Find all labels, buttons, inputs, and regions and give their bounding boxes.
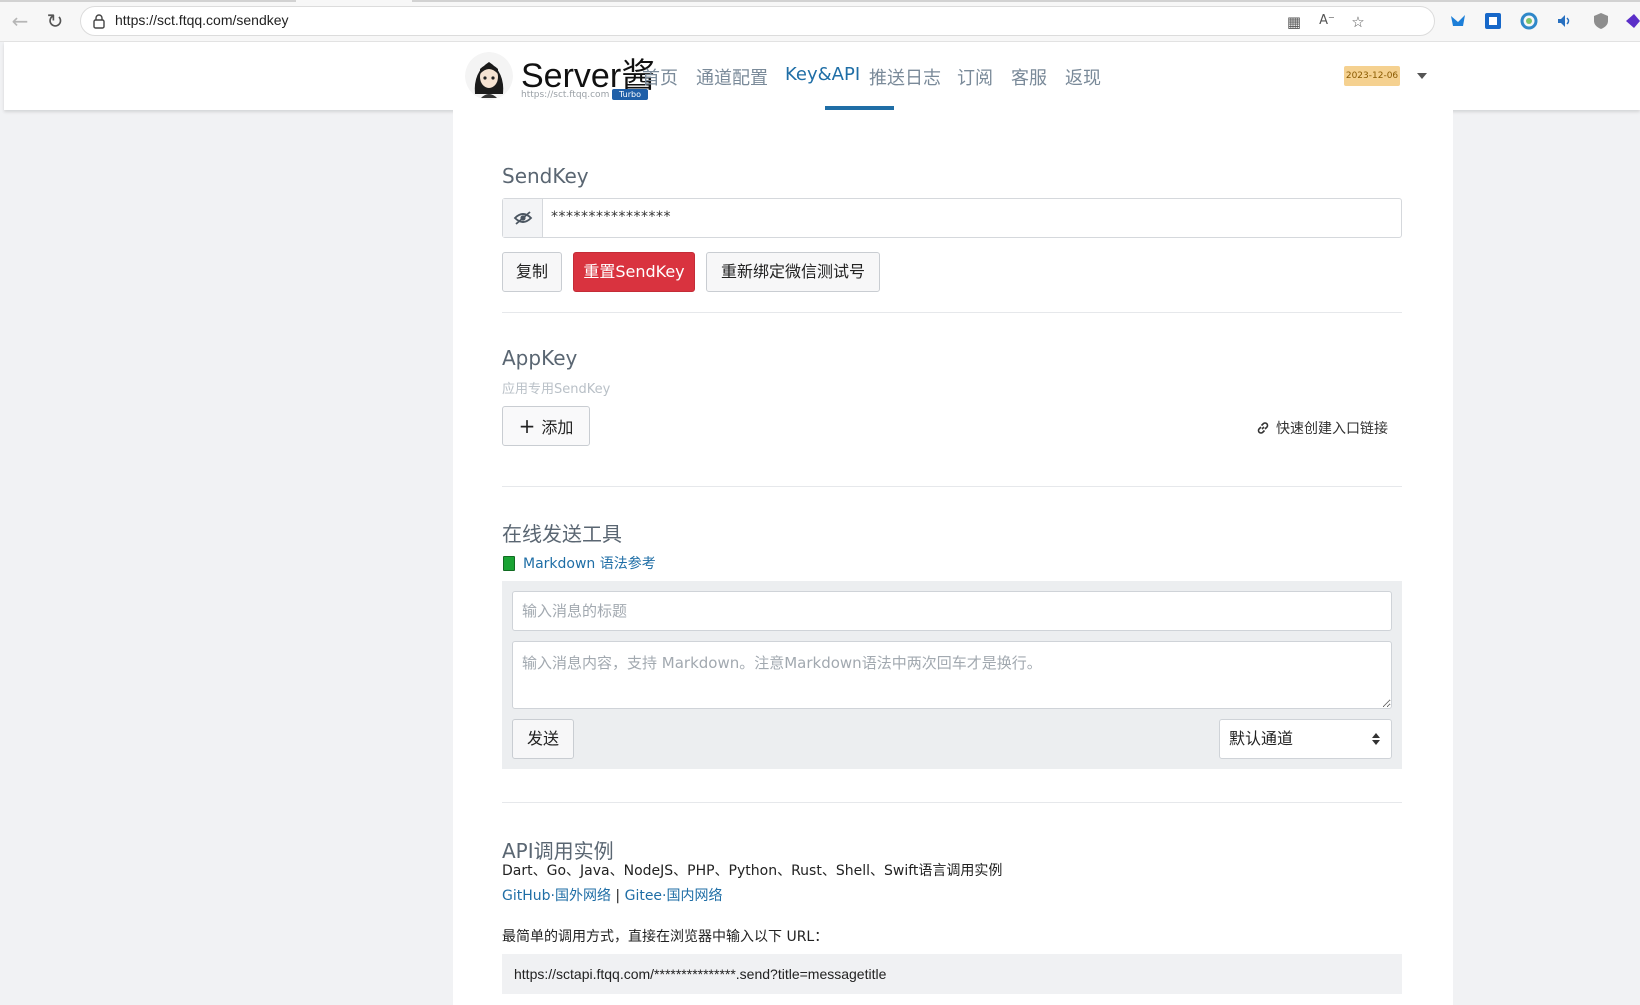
message-title-input[interactable] bbox=[512, 591, 1392, 631]
toggle-visibility-button[interactable] bbox=[503, 199, 543, 237]
translate-extension-icon[interactable] bbox=[1484, 12, 1502, 30]
sendkey-value[interactable]: **************** bbox=[551, 209, 671, 225]
add-label: 添加 bbox=[541, 418, 574, 437]
markdown-reference-link[interactable]: Markdown 语法参考 bbox=[503, 553, 656, 573]
section-divider bbox=[502, 486, 1402, 487]
site-header: Server酱 https://sct.ftqq.com Turbo 首页 通道… bbox=[4, 42, 1640, 110]
link-icon bbox=[1257, 422, 1269, 434]
appkey-hint: 应用专用SendKey bbox=[502, 382, 611, 397]
volume-extension-icon[interactable] bbox=[1556, 12, 1574, 30]
gitee-link[interactable]: Gitee·国内网络 bbox=[625, 888, 723, 904]
rebind-wechat-button[interactable]: 重新绑定微信测试号 bbox=[706, 252, 880, 292]
user-menu-caret-icon[interactable] bbox=[1417, 73, 1427, 79]
shield-extension-icon[interactable] bbox=[1592, 12, 1610, 30]
nav-support[interactable]: 客服 bbox=[1011, 64, 1047, 90]
message-content-textarea[interactable] bbox=[512, 641, 1392, 709]
api-languages: Dart、Go、Java、NodeJS、PHP、Python、Rust、Shel… bbox=[502, 863, 1003, 879]
nav-home[interactable]: 首页 bbox=[642, 64, 678, 90]
markdown-ref-label: Markdown 语法参考 bbox=[523, 556, 656, 572]
simple-call-description: 最简单的调用方式，直接在浏览器中输入以下 URL： bbox=[502, 929, 829, 945]
nav-key-api[interactable]: Key&API bbox=[785, 64, 860, 85]
github-link[interactable]: GitHub·国外网络 bbox=[502, 888, 611, 904]
nav-cashback[interactable]: 返现 bbox=[1065, 64, 1101, 90]
send-button[interactable]: 发送 bbox=[512, 719, 574, 759]
back-icon[interactable]: ← bbox=[9, 10, 31, 32]
channel-selected-value: 默认通道 bbox=[1229, 729, 1294, 748]
add-appkey-button[interactable]: + 添加 bbox=[502, 406, 590, 446]
section-divider bbox=[502, 312, 1402, 313]
favorite-star-icon[interactable]: ☆ bbox=[1348, 13, 1368, 31]
book-icon bbox=[503, 556, 515, 571]
example-url-code[interactable]: https://sctapi.ftqq.com/***************.… bbox=[502, 954, 1402, 994]
quick-create-link[interactable]: 快速创建入口链接 bbox=[1255, 418, 1388, 438]
sendkey-field: **************** bbox=[502, 198, 1402, 238]
eye-slash-icon bbox=[513, 211, 533, 225]
nav-push-log[interactable]: 推送日志 bbox=[869, 64, 941, 90]
online-tool-title: 在线发送工具 bbox=[502, 522, 622, 546]
read-aloud-icon[interactable]: A⁻ bbox=[1317, 13, 1337, 28]
brand-url: https://sct.ftqq.com bbox=[521, 90, 610, 100]
quick-link-label: 快速创建入口链接 bbox=[1276, 421, 1388, 437]
nav-subscribe[interactable]: 订阅 bbox=[957, 64, 993, 90]
browser-toolbar: ← ↻ https://sct.ftqq.com/sendkey ▦ A⁻ ☆ bbox=[0, 0, 1640, 42]
turbo-badge: Turbo bbox=[612, 89, 649, 100]
nav-channel-config[interactable]: 通道配置 bbox=[696, 64, 768, 90]
bird-extension-icon[interactable] bbox=[1449, 12, 1467, 30]
edge-extension-icon[interactable] bbox=[1520, 12, 1538, 30]
url-text: https://sct.ftqq.com/sendkey bbox=[115, 12, 289, 28]
lock-icon bbox=[93, 14, 105, 29]
link-separator: | bbox=[615, 888, 621, 904]
reload-icon[interactable]: ↻ bbox=[44, 10, 66, 32]
api-links: GitHub·国外网络 | Gitee·国内网络 bbox=[502, 885, 723, 905]
copy-button[interactable]: 复制 bbox=[502, 252, 562, 292]
channel-select[interactable]: 默认通道 bbox=[1219, 719, 1392, 759]
tab-strip bbox=[0, 0, 1640, 2]
address-bar[interactable]: https://sct.ftqq.com/sendkey ▦ A⁻ ☆ bbox=[80, 6, 1435, 36]
avatar[interactable] bbox=[465, 52, 513, 100]
app-available-icon[interactable]: ▦ bbox=[1284, 13, 1304, 31]
purple-extension-icon[interactable] bbox=[1624, 12, 1640, 30]
plus-icon: + bbox=[518, 414, 536, 438]
reset-sendkey-button[interactable]: 重置SendKey bbox=[573, 252, 695, 292]
date-badge: 2023-12-06 bbox=[1344, 66, 1400, 86]
select-updown-icon bbox=[1372, 733, 1380, 745]
sendkey-title: SendKey bbox=[502, 164, 589, 188]
section-divider bbox=[502, 802, 1402, 803]
appkey-title: AppKey bbox=[502, 346, 578, 370]
